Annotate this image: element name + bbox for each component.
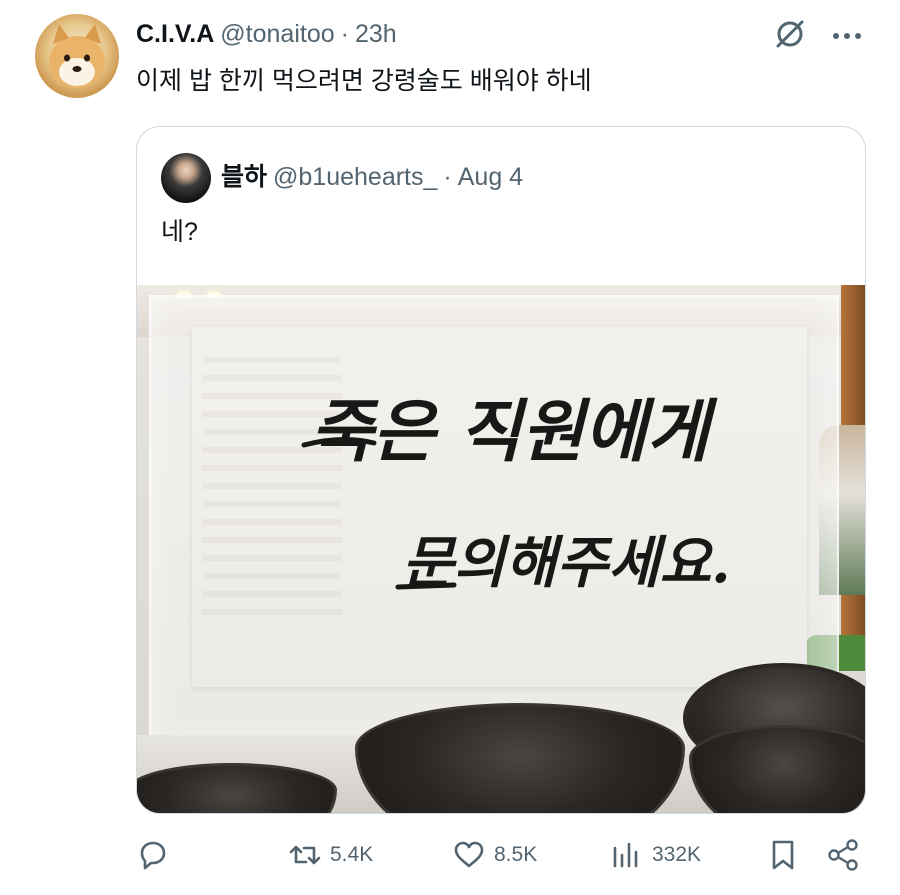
- quoted-post-card[interactable]: 블하 @b1uehearts_ · Aug 4 네? 죽은 직원에게 문의해주세…: [136, 126, 866, 814]
- bookmark-button[interactable]: [768, 838, 798, 872]
- sign-paper: 죽은 직원에게 문의해주세요.: [192, 327, 807, 687]
- bookmark-icon: [768, 838, 798, 872]
- separator-dot: ·: [340, 20, 349, 48]
- author-display-name[interactable]: C.I.V.A: [136, 18, 214, 50]
- bowl-left: [137, 763, 337, 813]
- quoted-post-timestamp[interactable]: Aug 4: [458, 161, 523, 193]
- post-timestamp[interactable]: 23h: [355, 18, 397, 50]
- share-icon: [826, 838, 860, 872]
- post-header: C.I.V.A @tonaitoo · 23h: [136, 18, 397, 50]
- more-icon[interactable]: [832, 28, 862, 46]
- calligraphy-sign: 죽은 직원에게 문의해주세요.: [301, 392, 731, 596]
- bowl-stack-bottom: [689, 725, 865, 813]
- retweet-count: 5.4K: [330, 843, 374, 866]
- quoted-author-handle[interactable]: @b1uehearts_: [273, 161, 437, 193]
- like-count: 8.5K: [494, 843, 538, 866]
- retweet-button[interactable]: 5.4K: [288, 838, 373, 872]
- views-icon: [610, 838, 644, 872]
- quoted-post-text: 네?: [161, 218, 198, 246]
- like-button[interactable]: 8.5K: [452, 838, 537, 872]
- quoted-author-display-name[interactable]: 블하: [221, 161, 267, 193]
- grok-icon[interactable]: [774, 18, 806, 55]
- share-button[interactable]: [826, 838, 860, 872]
- view-count: 332K: [652, 843, 702, 866]
- views-button[interactable]: 332K: [610, 838, 701, 872]
- quoted-post-header: 블하 @b1uehearts_ · Aug 4: [221, 161, 523, 193]
- sign-text-line1: 죽은 직원에게: [310, 392, 718, 472]
- post-header-actions: [774, 18, 862, 55]
- shiba-avatar-illustration: [49, 24, 105, 88]
- reply-button[interactable]: [136, 838, 178, 872]
- retweet-icon: [288, 838, 322, 872]
- separator-dot: ·: [443, 163, 452, 191]
- bowl-center: [355, 703, 685, 813]
- post-action-bar: 5.4K 8.5K 332K: [136, 838, 866, 884]
- quoted-author-avatar[interactable]: [161, 153, 211, 203]
- author-handle[interactable]: @tonaitoo: [220, 18, 334, 50]
- author-avatar[interactable]: [35, 14, 119, 98]
- reply-icon: [136, 838, 170, 872]
- like-icon: [452, 838, 486, 872]
- post-text: 이제 밥 한끼 먹으려면 강령술도 배워야 하네: [136, 67, 592, 95]
- quoted-post-photo[interactable]: 죽은 직원에게 문의해주세요.: [137, 285, 865, 813]
